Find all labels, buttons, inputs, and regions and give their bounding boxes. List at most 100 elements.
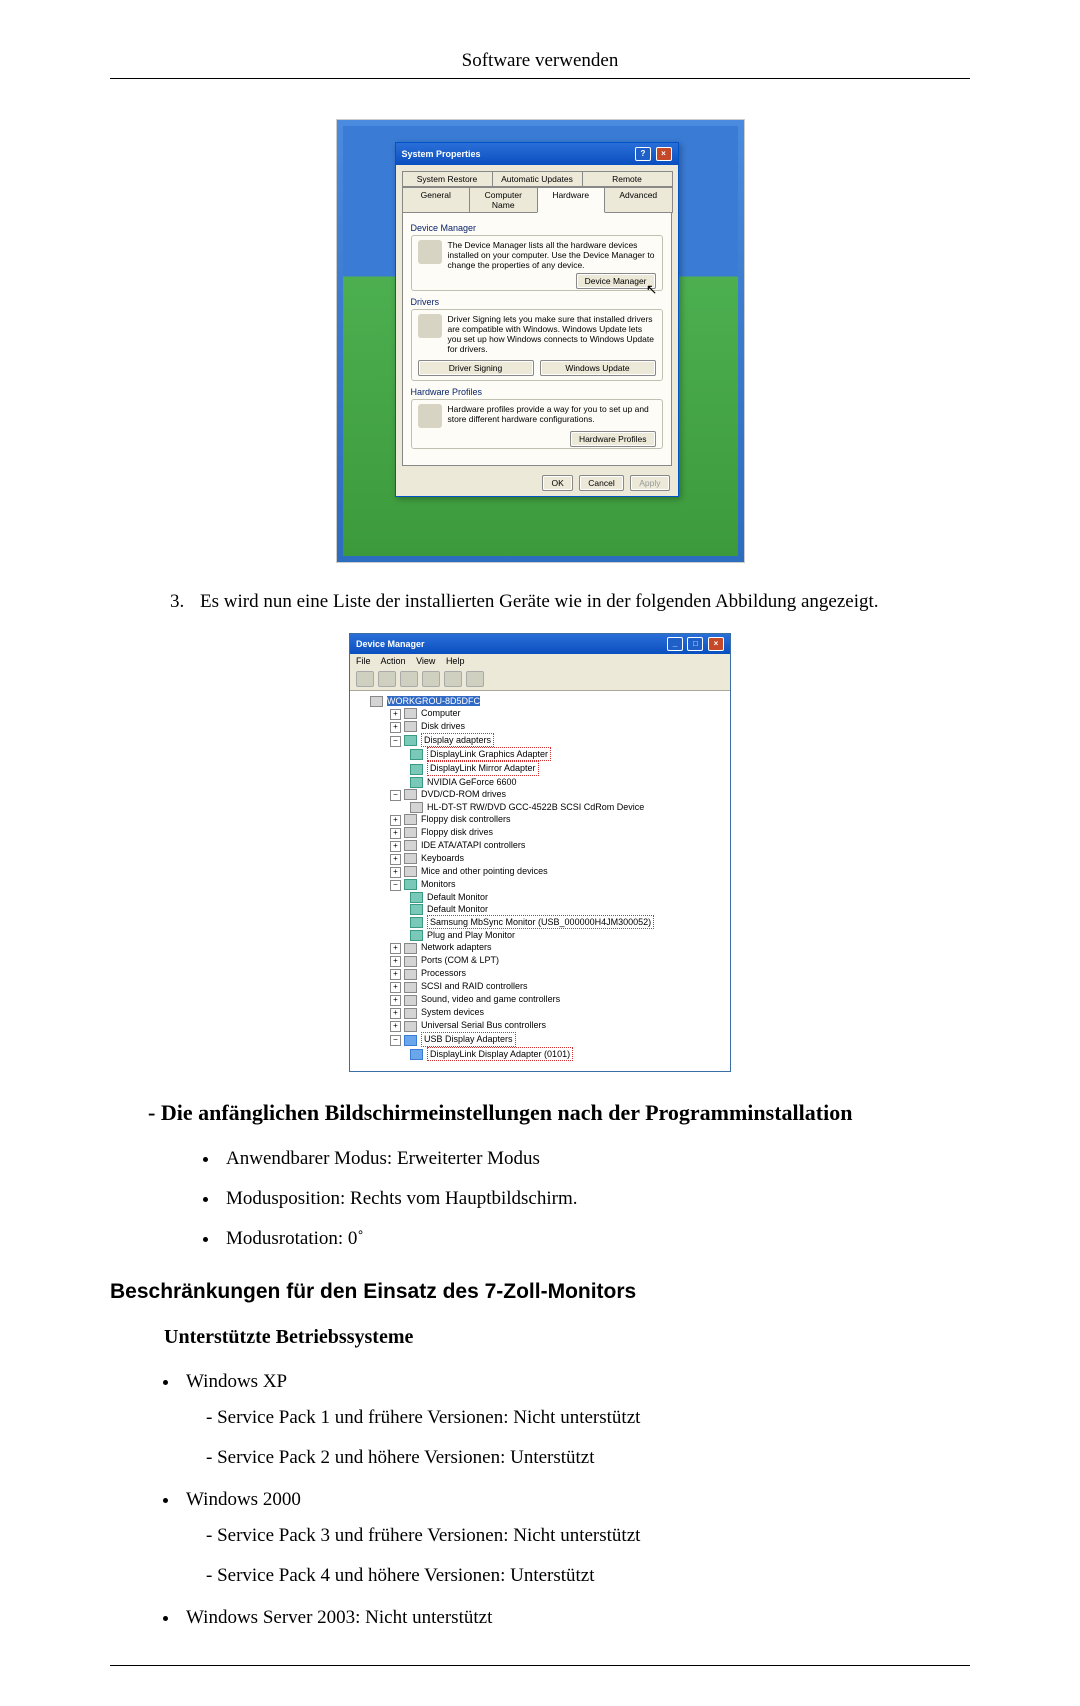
tree-item[interactable]: +Universal Serial Bus controllers — [356, 1019, 724, 1032]
tree-item[interactable]: +Mice and other pointing devices — [356, 865, 724, 878]
tree-item[interactable]: −DVD/CD-ROM drives — [356, 788, 724, 801]
hardware-profiles-button[interactable]: Hardware Profiles — [570, 431, 656, 447]
menu-file[interactable]: File — [356, 656, 371, 666]
windows-update-button[interactable]: Windows Update — [540, 360, 656, 376]
tree-item[interactable]: +IDE ATA/ATAPI controllers — [356, 839, 724, 852]
tab-automatic-updates[interactable]: Automatic Updates — [492, 171, 583, 187]
device-icon — [404, 735, 417, 746]
tree-item[interactable]: Default Monitor — [356, 891, 724, 903]
system-properties-dialog: System Properties ? × System Restore Aut… — [395, 142, 679, 497]
close-icon[interactable]: × — [656, 147, 672, 161]
step-number: 3. — [170, 591, 200, 613]
tree-item[interactable]: +Computer — [356, 707, 724, 720]
device-tree[interactable]: WORKGROU-8D5DFC +Computer+Disk drives−Di… — [350, 691, 730, 1071]
tree-item[interactable]: Samsung MbSync Monitor (USB_000000H4JM30… — [356, 915, 724, 929]
tab-general[interactable]: General — [402, 187, 471, 213]
close-icon[interactable]: × — [708, 637, 724, 651]
drivers-text: Driver Signing lets you make sure that i… — [448, 314, 656, 354]
device-icon — [404, 840, 417, 851]
driver-signing-button[interactable]: Driver Signing — [418, 360, 534, 376]
tree-item[interactable]: NVIDIA GeForce 6600 — [356, 776, 724, 788]
devmgr-title: Device Manager — [356, 639, 425, 649]
list-item: Modusposition: Rechts vom Hauptbildschir… — [220, 1188, 970, 1210]
back-icon[interactable] — [356, 671, 374, 687]
device-icon — [410, 802, 423, 813]
device-icon — [404, 879, 417, 890]
device-icon — [404, 789, 417, 800]
hardware-profiles-text: Hardware profiles provide a way for you … — [448, 404, 656, 428]
heading-supported-os: Unterstützte Betriebssysteme — [164, 1326, 970, 1349]
menu-action[interactable]: Action — [381, 656, 406, 666]
heading-initial-settings: - Die anfänglichen Bildschirmeinstellung… — [110, 1100, 970, 1126]
step-text: Es wird nun eine Liste der installierten… — [200, 591, 879, 613]
device-icon — [404, 943, 417, 954]
tree-item[interactable]: Plug and Play Monitor — [356, 929, 724, 941]
tree-item[interactable]: +Processors — [356, 967, 724, 980]
device-icon — [410, 777, 423, 788]
tab-remote[interactable]: Remote — [582, 171, 673, 187]
device-icon — [404, 827, 417, 838]
tree-item[interactable]: +System devices — [356, 1006, 724, 1019]
tree-item[interactable]: +Floppy disk controllers — [356, 813, 724, 826]
page-header: Software verwenden — [110, 50, 970, 79]
tree-item[interactable]: DisplayLink Display Adapter (0101) — [356, 1047, 724, 1061]
device-icon — [404, 1021, 417, 1032]
figure-device-manager: Device Manager _ □ × File Action View He… — [110, 633, 970, 1072]
os-list: Windows XP- Service Pack 1 und frühere V… — [180, 1371, 970, 1629]
tab-hardware[interactable]: Hardware — [537, 187, 606, 213]
ok-button[interactable]: OK — [542, 475, 572, 491]
maximize-icon[interactable]: □ — [687, 637, 703, 651]
device-manager-text: The Device Manager lists all the hardwar… — [448, 240, 656, 270]
heading-limitations: Beschränkungen für den Einsatz des 7-Zol… — [110, 1280, 970, 1304]
tree-item[interactable]: +Sound, video and game controllers — [356, 993, 724, 1006]
tree-item[interactable]: −Display adapters — [356, 733, 724, 747]
dialog-title: System Properties — [402, 149, 481, 159]
tree-item[interactable]: DisplayLink Mirror Adapter — [356, 761, 724, 775]
minimize-icon[interactable]: _ — [667, 637, 683, 651]
tree-item[interactable]: +Keyboards — [356, 852, 724, 865]
group-drivers-label: Drivers — [411, 297, 663, 307]
tree-item[interactable]: DisplayLink Graphics Adapter — [356, 747, 724, 761]
tree-item[interactable]: HL-DT-ST RW/DVD GCC-4522B SCSI CdRom Dev… — [356, 801, 724, 813]
properties-icon[interactable] — [422, 671, 440, 687]
tree-root[interactable]: WORKGROU-8D5DFC — [387, 696, 480, 706]
menu-view[interactable]: View — [416, 656, 435, 666]
help-icon[interactable] — [466, 671, 484, 687]
group-hardware-profiles-label: Hardware Profiles — [411, 387, 663, 397]
tree-item[interactable]: +Disk drives — [356, 720, 724, 733]
os-item: Windows Server 2003: Nicht unterstützt — [180, 1607, 970, 1629]
device-icon — [404, 1008, 417, 1019]
initial-settings-list: Anwendbarer Modus: Erweiterter Modus Mod… — [180, 1148, 970, 1250]
tree-item[interactable]: Default Monitor — [356, 903, 724, 915]
tree-item[interactable]: +SCSI and RAID controllers — [356, 980, 724, 993]
tree-item[interactable]: +Network adapters — [356, 941, 724, 954]
os-item: Windows 2000- Service Pack 3 und frühere… — [180, 1489, 970, 1587]
cancel-button[interactable]: Cancel — [579, 475, 623, 491]
device-icon — [404, 814, 417, 825]
device-icon — [404, 721, 417, 732]
device-manager-button[interactable]: Device Manager — [576, 273, 656, 289]
apply-button[interactable]: Apply — [630, 475, 669, 491]
list-item: Modusrotation: 0˚ — [220, 1228, 970, 1250]
figure-system-properties: System Properties ? × System Restore Aut… — [110, 119, 970, 563]
tree-item[interactable]: +Ports (COM & LPT) — [356, 954, 724, 967]
tab-system-restore[interactable]: System Restore — [402, 171, 493, 187]
device-icon — [410, 1049, 423, 1060]
device-manager-icon — [418, 240, 442, 264]
tree-item[interactable]: −Monitors — [356, 878, 724, 891]
tab-computer-name[interactable]: Computer Name — [469, 187, 538, 213]
help-icon[interactable]: ? — [635, 147, 651, 161]
tree-item[interactable]: −USB Display Adapters — [356, 1032, 724, 1046]
refresh-icon[interactable] — [444, 671, 462, 687]
device-icon — [410, 917, 423, 928]
tree-icon[interactable] — [400, 671, 418, 687]
device-icon — [410, 904, 423, 915]
device-icon — [404, 956, 417, 967]
devmgr-titlebar: Device Manager _ □ × — [350, 634, 730, 654]
forward-icon[interactable] — [378, 671, 396, 687]
tab-advanced[interactable]: Advanced — [604, 187, 673, 213]
menu-help[interactable]: Help — [446, 656, 465, 666]
device-icon — [410, 749, 423, 760]
tree-item[interactable]: +Floppy disk drives — [356, 826, 724, 839]
device-icon — [404, 866, 417, 877]
